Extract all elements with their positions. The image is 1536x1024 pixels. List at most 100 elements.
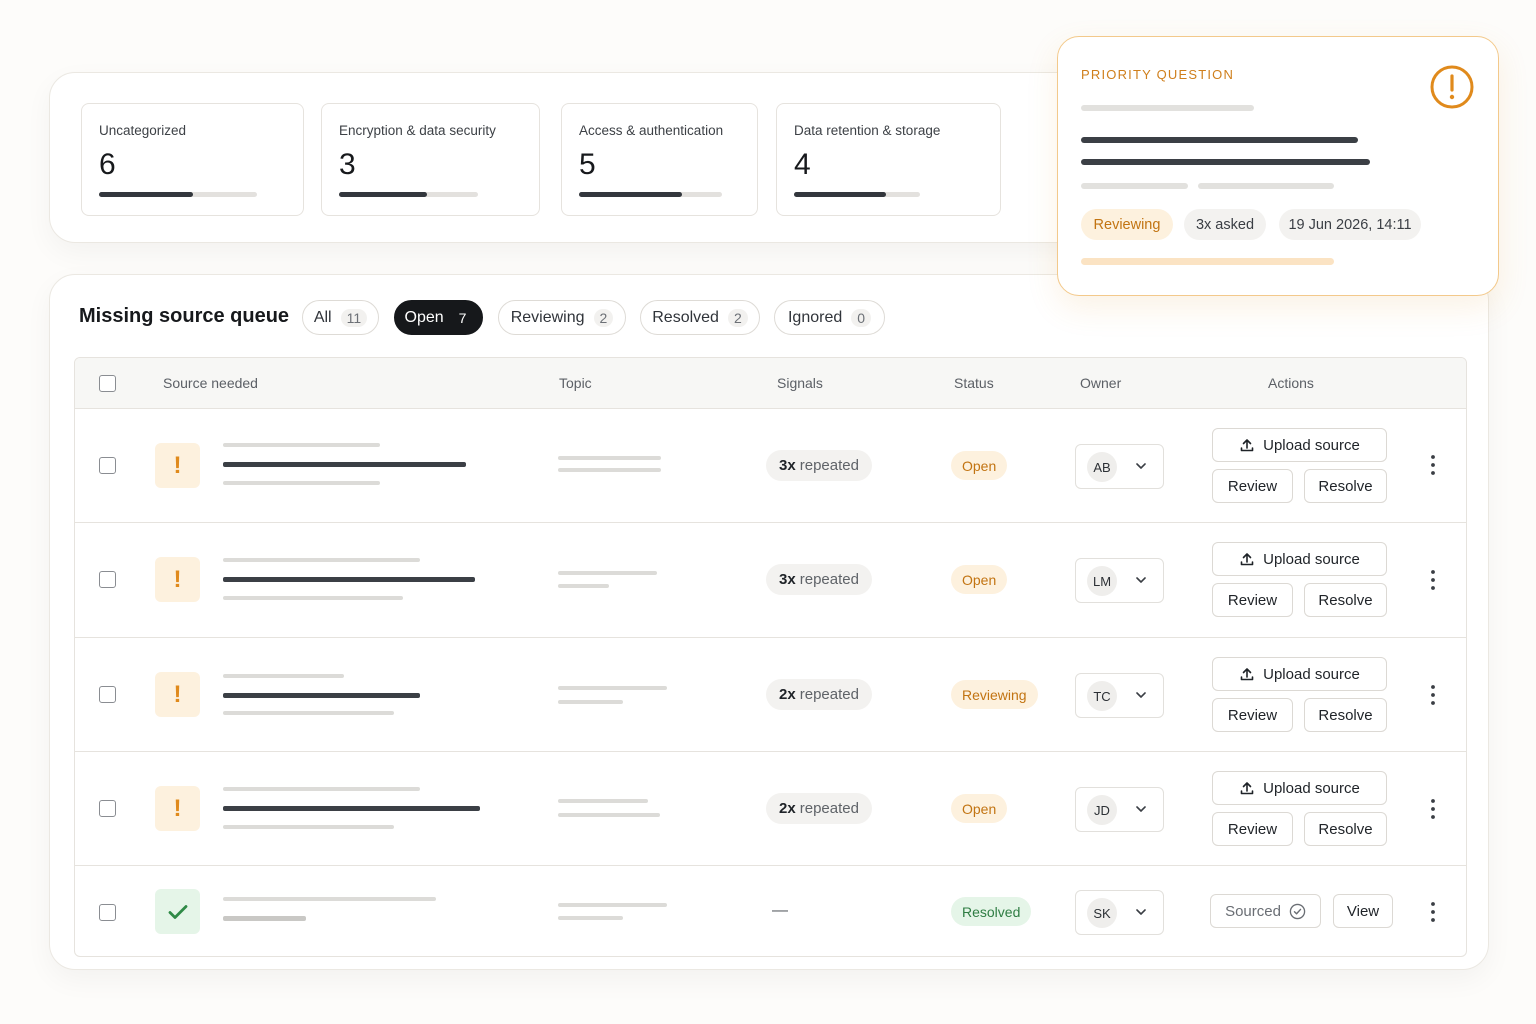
stat-uncategorized[interactable]: Uncategorized 6 [81, 103, 304, 216]
column-topic[interactable]: Topic [559, 375, 592, 391]
upload-icon [1240, 782, 1254, 795]
filter-ignored[interactable]: Ignored 0 [774, 300, 885, 335]
upload-source-button[interactable]: Upload source [1212, 542, 1387, 576]
stat-encryption[interactable]: Encryption & data security 3 [321, 103, 540, 216]
resolve-button[interactable]: Resolve [1304, 583, 1387, 617]
filter-count: 0 [851, 308, 872, 327]
owner-select[interactable]: SK [1075, 890, 1164, 935]
owner-select[interactable]: JD [1075, 787, 1164, 832]
chevron-down-icon [1136, 463, 1146, 469]
chevron-down-icon [1136, 909, 1146, 915]
owner-select[interactable]: TC [1075, 673, 1164, 718]
signals-badge: 2x repeated [766, 793, 872, 824]
resolve-button[interactable]: Resolve [1304, 698, 1387, 732]
question-line-placeholder [1081, 137, 1358, 143]
owner-select[interactable]: LM [1075, 558, 1164, 603]
sourced-label: Sourced [1225, 902, 1281, 920]
stat-label: Encryption & data security [339, 123, 496, 138]
resolve-button[interactable]: Resolve [1304, 469, 1387, 503]
filter-all[interactable]: All 11 [302, 300, 379, 335]
source-title-placeholder [223, 806, 480, 811]
table-row[interactable]: ! 2x repeated Reviewing TC Upload source … [75, 638, 1466, 752]
view-button[interactable]: View [1333, 894, 1393, 928]
signals-badge: 3x repeated [766, 564, 872, 595]
column-source-needed[interactable]: Source needed [163, 375, 258, 391]
table-row[interactable]: ! 3x repeated Open AB Upload source Revie… [75, 409, 1466, 523]
review-button[interactable]: Review [1212, 698, 1293, 732]
source-desc-placeholder [223, 711, 394, 715]
column-actions: Actions [1268, 375, 1314, 391]
timestamp-badge: 19 Jun 2026, 14:11 [1279, 209, 1421, 240]
review-button[interactable]: Review [1212, 583, 1293, 617]
alert-circle-icon [1430, 65, 1474, 109]
table-row[interactable]: ! 3x repeated Open LM Upload source Revie… [75, 523, 1466, 638]
more-options-icon[interactable] [1425, 797, 1441, 821]
priority-label: PRIORITY QUESTION [1081, 67, 1235, 82]
stat-retention[interactable]: Data retention & storage 4 [776, 103, 1001, 216]
source-meta-placeholder [223, 897, 436, 901]
status-badge: Resolved [951, 897, 1032, 926]
review-button[interactable]: Review [1212, 469, 1293, 503]
priority-question-card[interactable]: PRIORITY QUESTION Reviewing 3x asked 19 … [1057, 36, 1499, 296]
stat-access[interactable]: Access & authentication 5 [561, 103, 758, 216]
review-button[interactable]: Review [1212, 812, 1293, 846]
asked-count-badge: 3x asked [1184, 209, 1266, 240]
chevron-down-icon [1136, 806, 1146, 812]
select-all-checkbox[interactable] [99, 375, 116, 392]
stat-label: Uncategorized [99, 123, 187, 138]
row-checkbox[interactable] [99, 457, 116, 474]
stat-value: 5 [579, 148, 596, 181]
signal-count: 3x [779, 457, 796, 474]
category-stats-card: Uncategorized 6 Encryption & data securi… [49, 72, 1159, 243]
table-row[interactable]: ! 2x repeated Open JD Upload source Revie… [75, 752, 1466, 866]
sourced-button[interactable]: Sourced [1210, 894, 1321, 928]
more-options-icon[interactable] [1425, 453, 1441, 477]
check-circle-icon [1289, 903, 1306, 919]
source-meta-placeholder [223, 787, 420, 791]
more-options-icon[interactable] [1425, 568, 1441, 592]
question-meta-placeholder [1198, 183, 1334, 189]
warning-icon: ! [155, 557, 200, 602]
filter-open[interactable]: Open 7 [394, 300, 483, 335]
resolve-button[interactable]: Resolve [1304, 812, 1387, 846]
filter-count: 2 [593, 308, 614, 327]
stat-value: 6 [99, 148, 116, 181]
column-status[interactable]: Status [954, 375, 994, 391]
queue-title: Missing source queue [79, 305, 290, 327]
source-title-placeholder [223, 916, 306, 921]
upload-icon [1240, 668, 1254, 681]
warning-icon: ! [155, 443, 200, 488]
avatar: JD [1087, 795, 1117, 825]
signal-label: repeated [799, 457, 859, 474]
filter-label: Open [404, 308, 444, 326]
source-meta-placeholder [223, 443, 380, 447]
column-signals[interactable]: Signals [777, 375, 823, 391]
row-checkbox[interactable] [99, 904, 116, 921]
row-checkbox[interactable] [99, 800, 116, 817]
upload-source-label: Upload source [1263, 665, 1360, 683]
column-owner[interactable]: Owner [1080, 375, 1121, 391]
stat-progress-bar [99, 192, 257, 197]
upload-source-button[interactable]: Upload source [1212, 428, 1387, 462]
question-line-placeholder [1081, 159, 1370, 165]
chevron-down-icon [1136, 577, 1146, 583]
table-row[interactable]: — Resolved SK Sourced View [75, 866, 1466, 956]
filter-label: Resolved [652, 308, 719, 326]
topic-placeholder [558, 903, 667, 907]
signal-label: repeated [799, 686, 859, 703]
row-checkbox[interactable] [99, 571, 116, 588]
avatar: SK [1087, 898, 1117, 928]
upload-source-button[interactable]: Upload source [1212, 771, 1387, 805]
topic-placeholder [558, 700, 623, 704]
stat-progress-fill [579, 192, 682, 197]
owner-select[interactable]: AB [1075, 444, 1164, 489]
filter-resolved[interactable]: Resolved 2 [640, 300, 760, 335]
source-desc-placeholder [223, 825, 394, 829]
upload-source-button[interactable]: Upload source [1212, 657, 1387, 691]
more-options-icon[interactable] [1425, 900, 1441, 924]
source-meta-placeholder [223, 558, 420, 562]
row-checkbox[interactable] [99, 686, 116, 703]
filter-reviewing[interactable]: Reviewing 2 [498, 300, 626, 335]
more-options-icon[interactable] [1425, 683, 1441, 707]
queue-table: Source needed Topic Signals Status Owner… [74, 357, 1467, 957]
